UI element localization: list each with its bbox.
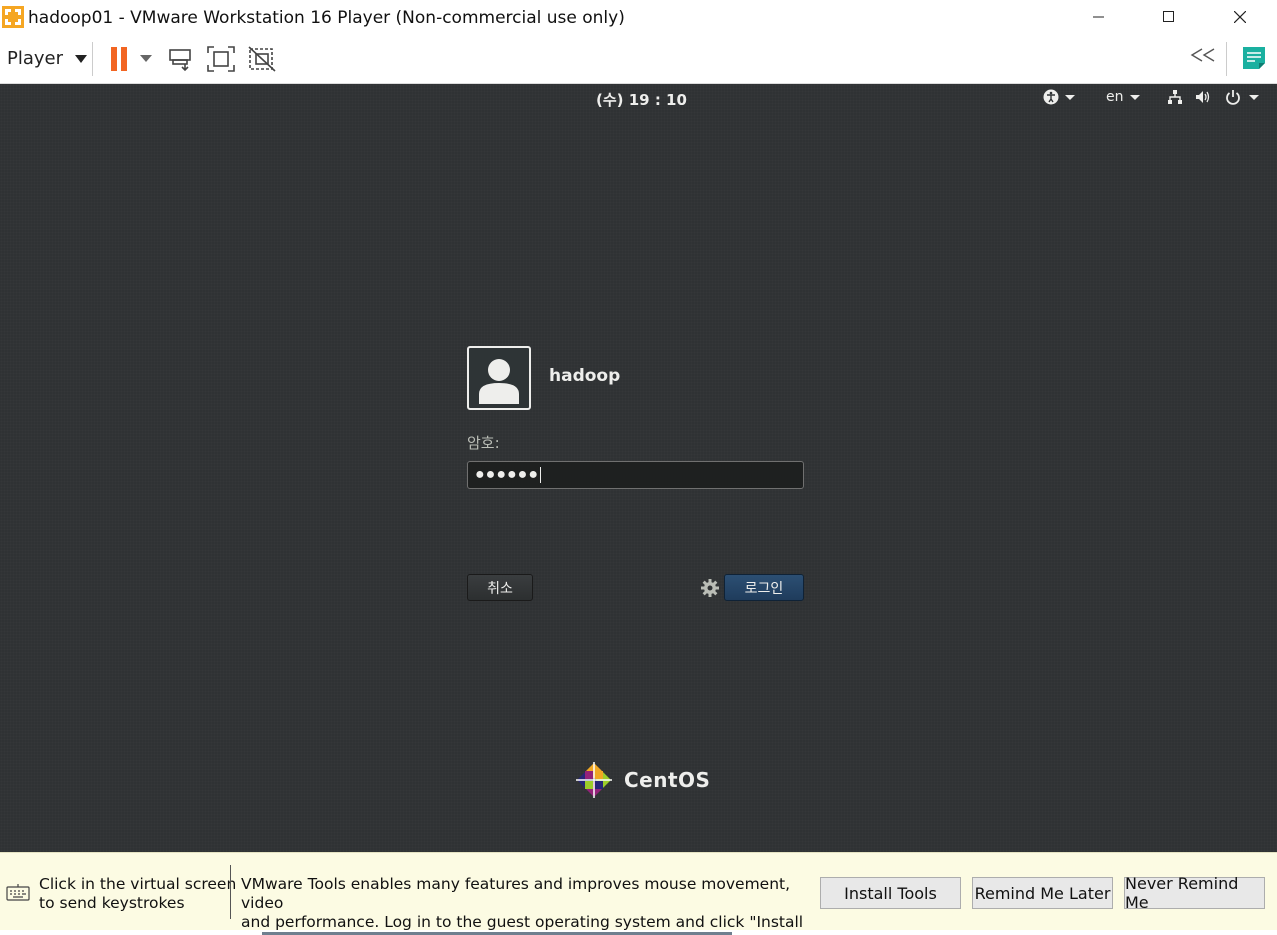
maximize-icon: [1163, 11, 1174, 22]
accessibility-icon: [1043, 89, 1059, 105]
notes-icon: [1243, 47, 1265, 69]
player-menu-button[interactable]: Player: [7, 48, 88, 69]
text-cursor: [539, 467, 541, 483]
dropdown-caret-icon: [140, 55, 152, 62]
accessibility-menu[interactable]: [1043, 89, 1075, 105]
remind-me-later-button[interactable]: Remind Me Later: [972, 877, 1113, 909]
minimize-icon: [1093, 16, 1104, 18]
chevron-down-icon: [1249, 94, 1259, 100]
window-bottom-edge: [0, 930, 1277, 935]
chevron-down-icon: [1065, 94, 1075, 100]
keyboard-icon: [6, 884, 30, 901]
unity-icon: [248, 46, 276, 72]
notification-divider: [230, 865, 231, 919]
window-title: hadoop01 - VMware Workstation 16 Player …: [28, 8, 625, 28]
player-menu-label: Player: [7, 48, 64, 69]
power-options-dropdown[interactable]: [132, 43, 160, 75]
maximize-button[interactable]: [1134, 0, 1204, 34]
send-ctrl-alt-del-button[interactable]: [165, 43, 197, 75]
send-ctrl-alt-del-icon: [169, 49, 191, 72]
gnome-top-bar: (수) 19 : 10 en: [0, 84, 1277, 112]
keystroke-hint: Click in the virtual screen to send keys…: [39, 875, 236, 913]
cancel-button[interactable]: 취소: [467, 574, 533, 601]
system-menu[interactable]: [1167, 89, 1259, 105]
toolbar-divider: [1226, 42, 1227, 76]
fullscreen-icon: [207, 46, 235, 72]
user-name: hadoop: [549, 366, 621, 386]
keystroke-hint-line1: Click in the virtual screen: [39, 875, 237, 893]
avatar: [467, 346, 531, 410]
chevron-down-icon: [75, 54, 88, 63]
install-tools-button[interactable]: Install Tools: [820, 877, 961, 909]
language-menu[interactable]: en: [1106, 89, 1140, 105]
fullscreen-button[interactable]: [205, 43, 237, 75]
session-settings-button[interactable]: [700, 578, 720, 598]
power-icon: [1226, 90, 1240, 105]
virtual-machine-screen[interactable]: (수) 19 : 10 en hadoop 암호: ●●●●●● 취소 로그인 …: [0, 84, 1277, 852]
minimize-button[interactable]: [1064, 0, 1134, 34]
volume-icon: [1196, 91, 1210, 103]
pause-button[interactable]: [103, 43, 135, 75]
chevron-down-icon: [1129, 94, 1140, 100]
collapse-icon: [1190, 48, 1215, 62]
user-icon: [479, 359, 519, 404]
toolbar-divider: [92, 42, 93, 76]
notes-button[interactable]: [1240, 44, 1268, 72]
player-toolbar: Player: [0, 34, 1277, 84]
vmware-app-icon: [2, 6, 24, 28]
language-label: en: [1106, 89, 1124, 105]
login-button[interactable]: 로그인: [724, 574, 804, 601]
centos-icon: [576, 762, 612, 798]
gear-icon: [701, 579, 719, 597]
keystroke-hint-line2: to send keystrokes: [39, 894, 185, 912]
centos-logo: CentOS: [572, 758, 710, 802]
network-icon: [1168, 90, 1182, 104]
close-button[interactable]: [1205, 0, 1275, 34]
close-icon: [1234, 11, 1246, 23]
vmware-tools-message: VMware Tools enables many features and i…: [241, 875, 821, 935]
unity-button[interactable]: [246, 43, 278, 75]
clock[interactable]: (수) 19 : 10: [596, 89, 687, 110]
title-bar: hadoop01 - VMware Workstation 16 Player …: [0, 0, 1277, 34]
collapse-toolbar-button[interactable]: [1190, 46, 1216, 67]
password-label: 암호:: [467, 434, 500, 452]
vmware-tools-message-line1: VMware Tools enables many features and i…: [241, 875, 791, 912]
vmware-tools-notification-bar: Click in the virtual screen to send keys…: [0, 852, 1277, 935]
centos-wordmark: CentOS: [624, 768, 711, 792]
pause-icon: [111, 47, 127, 71]
password-value: ●●●●●●: [475, 466, 539, 483]
never-remind-me-button[interactable]: Never Remind Me: [1124, 874, 1265, 912]
password-field[interactable]: ●●●●●●: [467, 461, 804, 489]
